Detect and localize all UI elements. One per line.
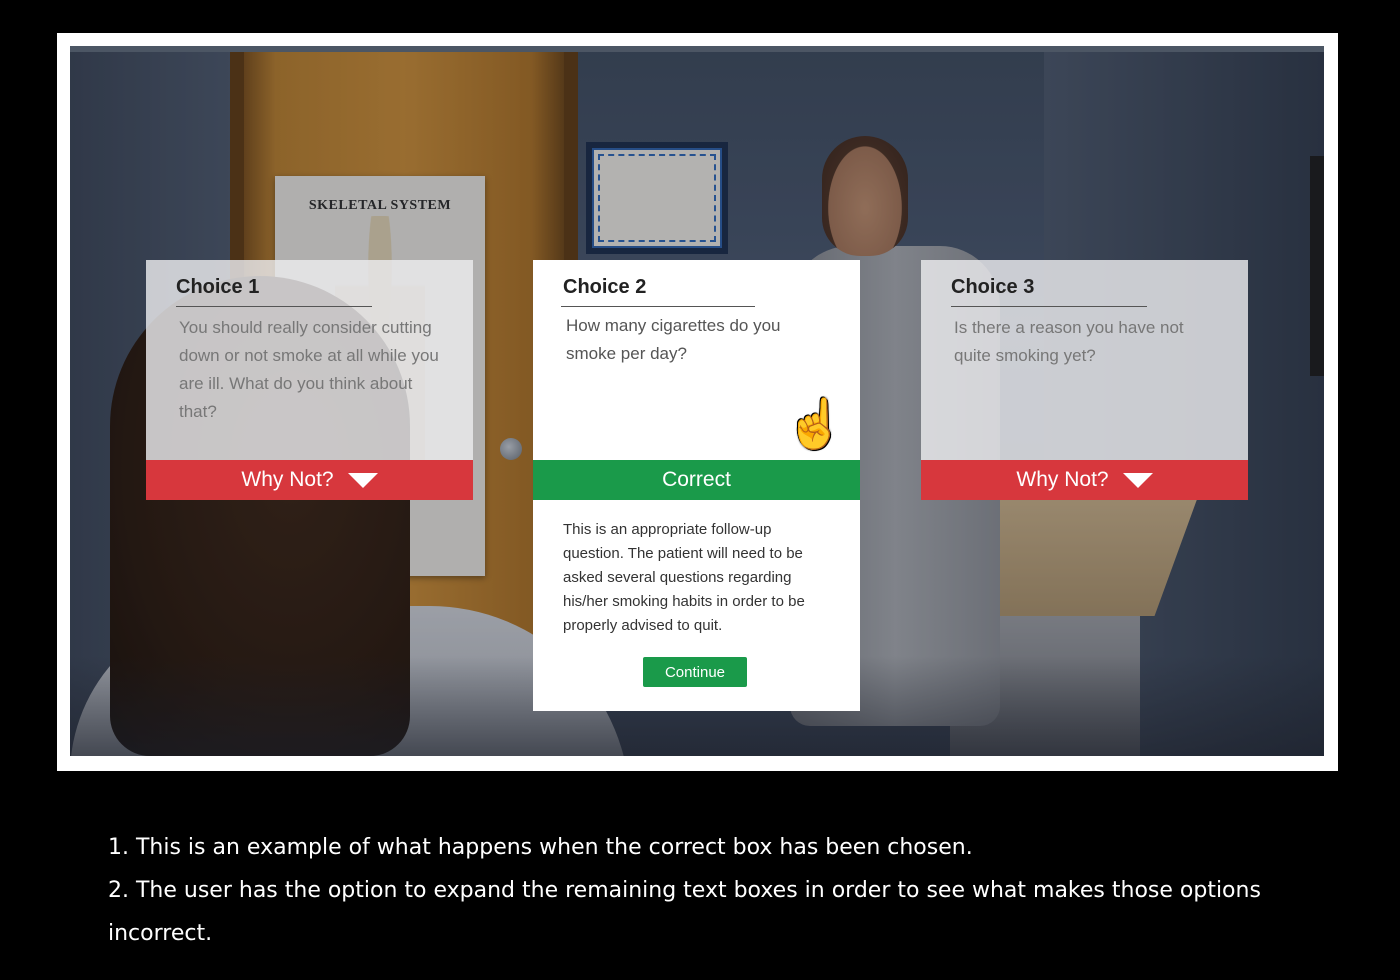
choice-2-correct-banner: Correct xyxy=(533,460,860,500)
choice-1-why-not-button[interactable]: Why Not? xyxy=(146,460,473,500)
hand-pointer-cursor-icon: ☝ xyxy=(785,398,845,451)
choice-3-title: Choice 3 xyxy=(951,276,1035,298)
title-divider xyxy=(176,306,372,307)
choice-3-why-not-button[interactable]: Why Not? xyxy=(921,460,1248,500)
choice-1-text: You should really consider cutting down … xyxy=(179,318,439,421)
why-not-label: Why Not? xyxy=(1016,468,1109,491)
caption-line-1: 1. This is an example of what happens wh… xyxy=(108,835,973,860)
choice-1-body[interactable]: Choice 1 You should really consider cutt… xyxy=(146,260,473,460)
choice-2-title: Choice 2 xyxy=(563,276,647,298)
expand-triangle-icon xyxy=(1122,472,1153,488)
choice-card-1[interactable]: Choice 1 You should really consider cutt… xyxy=(146,260,473,500)
choice-2-feedback-panel: This is an appropriate follow-up questio… xyxy=(533,500,860,711)
expand-triangle-icon xyxy=(347,472,378,488)
choice-3-body[interactable]: Choice 3 Is there a reason you have not … xyxy=(921,260,1248,460)
correct-label: Correct xyxy=(662,468,731,491)
caption-line-2: 2. The user has the option to expand the… xyxy=(108,878,1261,946)
choice-card-3[interactable]: Choice 3 Is there a reason you have not … xyxy=(921,260,1248,500)
caption: 1. This is an example of what happens wh… xyxy=(108,826,1308,955)
feedback-text: This is an appropriate follow-up questio… xyxy=(563,521,805,634)
screenshot-frame: SKELETAL SYSTEM Choice 1 You should real… xyxy=(57,33,1338,771)
choice-2-text: How many cigarettes do you smoke per day… xyxy=(566,316,781,363)
choice-card-2[interactable]: Choice 2 How many cigarettes do you smok… xyxy=(533,260,860,711)
choice-3-text: Is there a reason you have not quite smo… xyxy=(954,318,1184,365)
why-not-label: Why Not? xyxy=(241,468,334,491)
choice-1-title: Choice 1 xyxy=(176,276,260,298)
continue-button[interactable]: Continue xyxy=(643,657,747,687)
title-divider xyxy=(561,306,755,307)
title-divider xyxy=(951,306,1147,307)
simulation-scene: SKELETAL SYSTEM Choice 1 You should real… xyxy=(70,46,1324,756)
